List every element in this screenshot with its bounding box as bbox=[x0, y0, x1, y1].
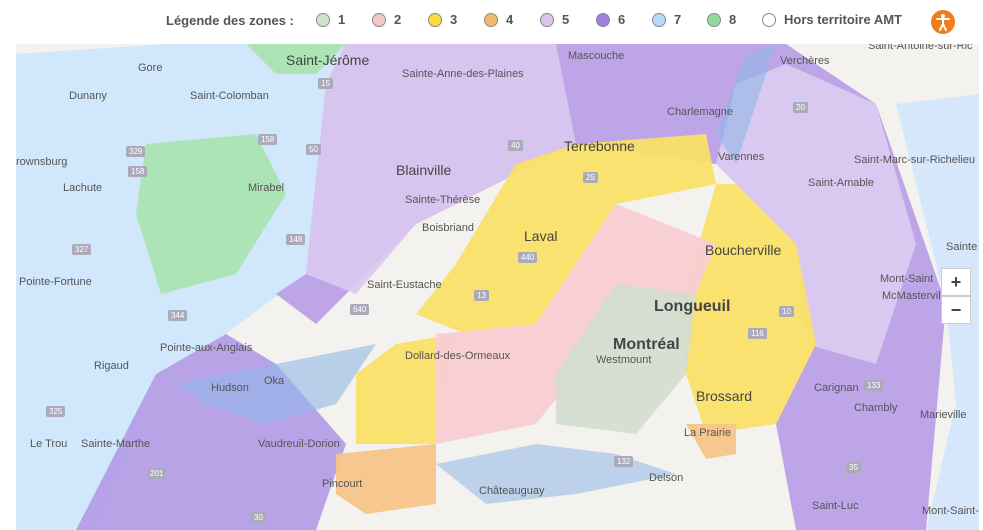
place-mcmasterville: McMasterville bbox=[882, 290, 950, 302]
place-la-prairie: La Prairie bbox=[684, 427, 732, 439]
legend-item-zone-7: 7 bbox=[652, 12, 681, 27]
place-vaudreuil: Vaudreuil-Dorion bbox=[258, 438, 340, 450]
outside-swatch bbox=[762, 12, 776, 27]
place-sainte: Sainte bbox=[946, 241, 978, 253]
place-varennes: Varennes bbox=[718, 151, 765, 163]
route-shield: 25 bbox=[583, 172, 598, 183]
place-hudson: Hudson bbox=[211, 382, 249, 394]
place-sainte-therese: Sainte-Thérèse bbox=[405, 194, 481, 206]
route-shield: 325 bbox=[46, 406, 66, 417]
place-chambly: Chambly bbox=[854, 402, 898, 414]
place-carignan: Carignan bbox=[814, 382, 859, 394]
legend-item-zone-6: 6 bbox=[596, 12, 625, 27]
place-saint-marc: Saint-Marc-sur-Richelieu bbox=[854, 154, 976, 166]
zone-1-swatch bbox=[316, 12, 330, 27]
place-longueuil: Longueuil bbox=[654, 298, 731, 315]
place-le-trou: Le Trou bbox=[30, 438, 68, 450]
route-shield: 158 bbox=[128, 166, 148, 177]
place-lachute: Lachute bbox=[63, 182, 103, 194]
route-shield: 13 bbox=[474, 290, 489, 301]
zone-2-swatch bbox=[372, 12, 386, 27]
legend-item-zone-8: 8 bbox=[707, 12, 736, 27]
route-shield: 116 bbox=[748, 328, 767, 339]
place-saint-antoine: Saint-Antoine-sur-Ric bbox=[868, 44, 973, 52]
route-shield: 50 bbox=[306, 144, 321, 155]
route-shield: 201 bbox=[147, 468, 167, 479]
place-saint-colomban: Saint-Colomban bbox=[190, 90, 269, 102]
zone-5-swatch bbox=[540, 12, 554, 27]
legend-item-zone-2: 2 bbox=[372, 12, 401, 27]
place-laval: Laval bbox=[524, 228, 558, 244]
route-shield: 327 bbox=[72, 244, 92, 255]
route-shield: 329 bbox=[126, 146, 146, 157]
place-sainte-marthe: Sainte-Marthe bbox=[81, 438, 151, 450]
route-shield: 344 bbox=[168, 310, 188, 321]
place-brownsburg: rownsburg bbox=[16, 156, 68, 168]
zone-map[interactable]: Saint-Jérôme Mascouche Saint-Antoine-sur… bbox=[16, 44, 979, 530]
route-shield: 133 bbox=[864, 380, 884, 391]
place-dunany: Dunany bbox=[69, 90, 107, 102]
route-shield: 440 bbox=[518, 252, 538, 263]
zoom-out-button[interactable]: − bbox=[941, 296, 971, 324]
route-shield: 158 bbox=[258, 134, 278, 145]
place-gore: Gore bbox=[138, 62, 163, 74]
place-saint-luc: Saint-Luc bbox=[812, 500, 859, 512]
route-shield: 15 bbox=[318, 78, 333, 89]
place-westmount: Westmount bbox=[596, 354, 652, 366]
legend-item-outside: Hors territoire AMT bbox=[762, 12, 902, 27]
place-pointe-aux-anglais: Pointe-aux-Anglais bbox=[160, 342, 253, 354]
place-brossard: Brossard bbox=[696, 388, 753, 404]
zone-4-swatch bbox=[484, 12, 498, 27]
place-marieville: Marieville bbox=[920, 409, 967, 421]
place-mirabel: Mirabel bbox=[248, 182, 285, 194]
route-shield: 40 bbox=[508, 140, 523, 151]
place-saint-jerome: Saint-Jérôme bbox=[286, 52, 370, 68]
route-shield: 640 bbox=[350, 304, 370, 315]
place-saint-amable: Saint-Amable bbox=[808, 177, 875, 189]
route-shield: 30 bbox=[251, 512, 266, 523]
place-mascouche: Mascouche bbox=[568, 50, 625, 62]
map-canvas bbox=[16, 44, 979, 530]
legend-item-zone-1: 1 bbox=[316, 12, 345, 27]
zone-3-swatch bbox=[428, 12, 442, 27]
place-sainte-anne: Sainte-Anne-des-Plaines bbox=[402, 68, 524, 80]
place-boucherville: Boucherville bbox=[705, 242, 782, 258]
place-vercheres: Verchères bbox=[780, 55, 830, 67]
place-chateauguay: Châteauguay bbox=[479, 485, 545, 497]
place-saint-eustache: Saint-Eustache bbox=[367, 279, 442, 291]
route-shield: 20 bbox=[793, 102, 808, 113]
zone-8-swatch bbox=[707, 12, 721, 27]
zone-7-swatch bbox=[652, 12, 666, 27]
place-dollard: Dollard-des-Ormeaux bbox=[405, 350, 511, 362]
place-pincourt: Pincourt bbox=[322, 478, 363, 490]
accessibility-icon[interactable] bbox=[931, 10, 955, 34]
zone-6-swatch bbox=[596, 12, 610, 27]
place-mont-saint: Mont-Saint bbox=[880, 273, 934, 285]
route-shield: 35 bbox=[846, 462, 861, 473]
legend-item-zone-5: 5 bbox=[540, 12, 569, 27]
place-mont-saint-gregoire: Mont-Saint-Grégoir bbox=[922, 505, 979, 517]
place-rigaud: Rigaud bbox=[94, 360, 129, 372]
place-terrebonne: Terrebonne bbox=[564, 138, 635, 154]
place-oka: Oka bbox=[264, 375, 285, 387]
legend-title: Légende des zones : bbox=[166, 13, 294, 28]
river-east bbox=[436, 444, 676, 504]
route-shield: 10 bbox=[779, 306, 794, 317]
place-pointe-fortune: Pointe-Fortune bbox=[19, 276, 92, 288]
zoom-in-button[interactable]: + bbox=[941, 268, 971, 296]
zone-legend: Légende des zones : 1 2 3 4 5 6 7 8 Hors… bbox=[0, 0, 983, 44]
place-delson: Delson bbox=[649, 472, 684, 484]
legend-item-zone-4: 4 bbox=[484, 12, 513, 27]
place-charlemagne: Charlemagne bbox=[667, 106, 734, 118]
place-boisbriand: Boisbriand bbox=[422, 222, 474, 234]
route-shield: 148 bbox=[286, 234, 306, 245]
route-shield: 132 bbox=[614, 456, 634, 467]
place-montreal: Montréal bbox=[613, 336, 680, 353]
legend-item-zone-3: 3 bbox=[428, 12, 457, 27]
place-blainville: Blainville bbox=[396, 162, 452, 178]
